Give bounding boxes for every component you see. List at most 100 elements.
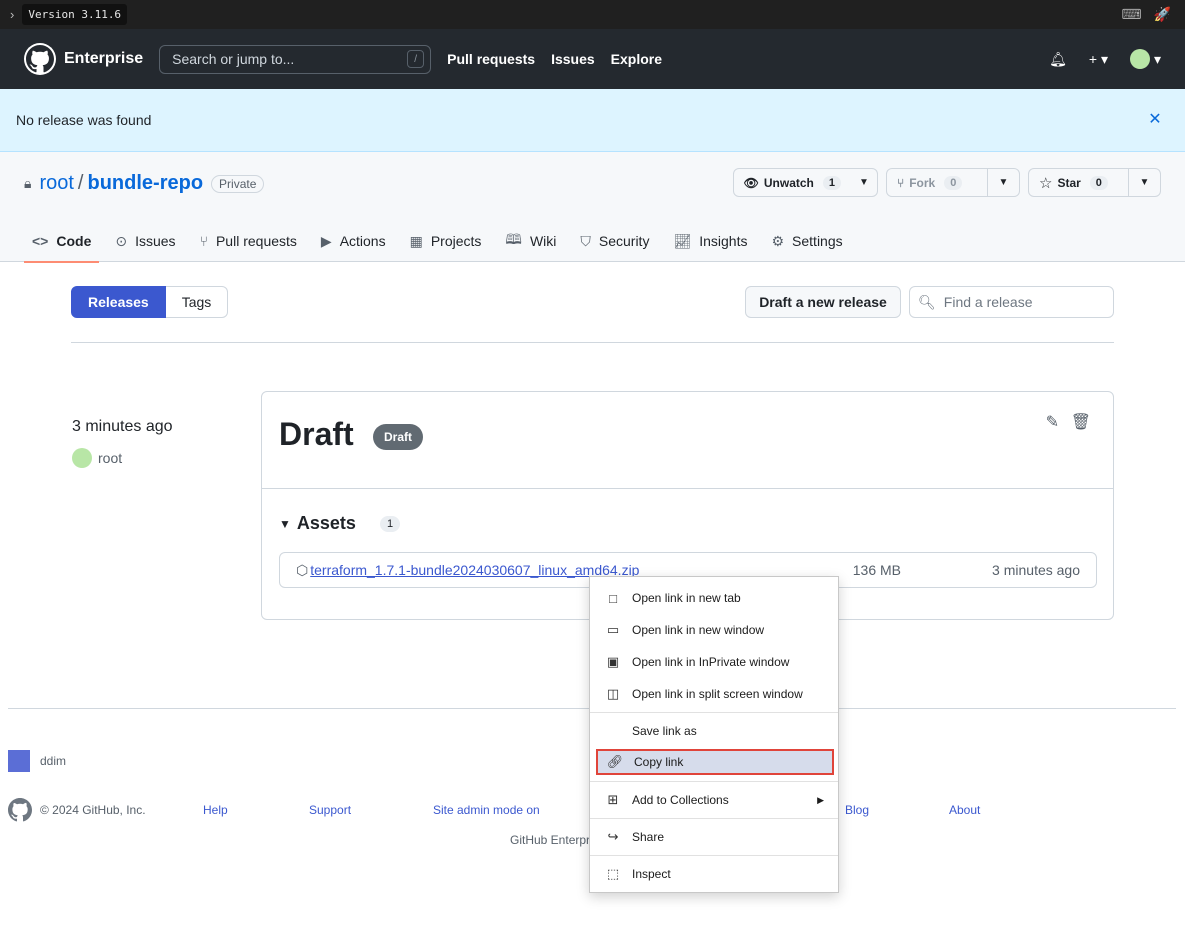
releases-tab[interactable]: Releases [71,286,166,318]
bell-icon[interactable]: 🔔︎ [1049,51,1067,68]
close-icon[interactable]: ✕ [1143,108,1167,132]
book-icon: 🕮︎ [505,231,522,247]
repo-separator: / [77,172,84,194]
draft-new-release-button[interactable]: Draft a new release [745,286,901,318]
visibility-badge: Private [211,174,265,193]
triangle-down-icon: ▼ [279,516,291,531]
brand-label[interactable]: Enterprise [64,50,143,68]
menu-open-new-window[interactable]: ▭ Open link in new window [596,617,834,643]
inspect-icon: ⬚ [606,866,620,881]
footer-link-about[interactable]: About [949,803,980,817]
menu-label: Copy link [634,755,684,769]
assets-summary[interactable]: ▼ Assets 1 [279,513,401,534]
nav-pull-requests[interactable]: Pull requests [447,51,535,67]
copyright: © 2024 GitHub, Inc. [40,803,146,817]
footer-link-blog[interactable]: Blog [845,803,869,817]
menu-label: Share [632,830,665,844]
menu-open-new-tab[interactable]: □ Open link in new tab [596,585,834,611]
lock-icon: 🔒︎ [24,175,32,191]
release-title[interactable]: Draft [279,416,354,453]
tab-label: Security [598,233,650,249]
footer-user: ddim [8,750,66,772]
window-icon: ▭ [606,622,620,637]
fork-dropdown-button[interactable]: ▼ [987,169,1019,196]
context-menu: □ Open link in new tab ▭ Open link in new … [589,576,839,893]
package-icon: ⬡ [296,561,309,578]
plus-dropdown-icon[interactable]: + ▾ [1089,51,1108,68]
unwatch-button[interactable]: 👁︎ Unwatch 1 [734,169,851,196]
tab-projects[interactable]: ▦ Projects [402,220,490,262]
search-input[interactable]: Search or jump to... / [159,44,432,74]
flash-message: No release was found [16,112,152,128]
flash-banner: No release was found ✕ [0,89,1185,152]
table-icon: ▦ [409,232,423,249]
chevron-right-icon[interactable]: › [10,7,14,22]
split-screen-icon: ◫ [606,686,620,701]
draft-badge: Draft [373,424,424,450]
menu-label: Open link in InPrivate window [632,655,790,669]
pencil-icon[interactable]: ✎ [1046,412,1059,432]
star-label: Star [1057,175,1081,190]
header-nav: Pull requests Issues Explore [447,51,662,67]
global-header: Enterprise Search or jump to... / Pull r… [0,29,1185,89]
release-author[interactable]: root [72,448,122,468]
version-label: Version 3.11.6 [22,4,128,25]
link-icon: 🔗︎ [606,754,624,769]
tab-pull-requests[interactable]: ⑂ Pull requests [192,220,305,262]
nav-explore[interactable]: Explore [611,51,662,67]
github-logo-icon[interactable] [24,43,56,75]
author-name[interactable]: root [98,450,122,466]
tab-insights[interactable]: 📈︎ Insights [665,220,755,262]
identicon-avatar [8,750,30,772]
watch-dropdown-button[interactable]: ▼ [851,169,877,196]
inprivate-window-icon: ▣ [606,654,620,669]
share-icon: ↪ [607,829,619,844]
eye-icon: 👁︎ [743,175,759,190]
menu-inspect[interactable]: ⬚ Inspect [596,861,834,887]
tab-issues[interactable]: ⊙ Issues [107,220,183,262]
tab-security[interactable]: ⛉ Security [572,220,657,262]
menu-open-split-screen[interactable]: ◫ Open link in split screen window [596,681,834,707]
chevron-right-icon: ▶ [817,794,824,805]
menu-add-to-collections[interactable]: ⊞ Add to Collections ▶ [596,787,834,813]
find-release-input[interactable]: 🔍︎ Find a release [909,286,1114,318]
fork-label: Fork [909,175,936,190]
divider [71,342,1114,343]
release-time: 3 minutes ago [72,418,173,435]
keyboard-icon[interactable]: ⌨ [1121,6,1141,23]
trash-icon[interactable]: 🗑︎ [1071,412,1091,432]
footer-username[interactable]: ddim [40,754,66,768]
tab-label: Wiki [529,233,557,249]
footer-link-site-admin[interactable]: Site admin mode on [433,803,540,817]
tab-actions[interactable]: ▶︎ Actions [313,220,394,262]
rocket-icon[interactable]: 🚀 [1154,6,1171,23]
tab-wiki[interactable]: 🕮︎ Wiki [497,220,564,262]
star-button-group: ☆ Star 0 ▼ [1028,168,1161,197]
menu-save-link-as[interactable]: Save link as [596,718,834,744]
tab-label: Pull requests [215,233,297,249]
tab-label: Issues [135,233,176,249]
footer-link-support[interactable]: Support [309,803,351,817]
menu-share[interactable]: ↪ Share [596,824,834,850]
star-dropdown-button[interactable]: ▼ [1128,169,1160,196]
fork-button[interactable]: ⑂ Fork 0 [887,169,987,196]
tab-label: Code [56,233,92,249]
user-avatar-dropdown[interactable]: ▾ [1129,49,1161,69]
nav-issues[interactable]: Issues [551,51,595,67]
fork-icon: ⑂ [897,175,905,190]
fork-count: 0 [944,175,963,190]
shield-icon: ⛉ [580,232,591,249]
footer-link-help[interactable]: Help [203,803,228,817]
repo-owner-link[interactable]: root [39,172,73,195]
menu-open-inprivate[interactable]: ▣ Open link in InPrivate window [596,649,834,675]
assets-label: Assets [296,513,356,533]
tab-code[interactable]: <> Code [24,220,100,263]
star-icon: ☆ [1039,174,1053,192]
menu-separator [590,781,838,782]
repo-name-link[interactable]: bundle-repo [87,172,203,195]
github-mark-icon [8,798,32,825]
star-button[interactable]: ☆ Star 0 [1029,169,1128,196]
tab-settings[interactable]: ⚙ Settings [763,220,850,262]
menu-copy-link[interactable]: 🔗︎ Copy link [596,749,834,775]
tags-tab[interactable]: Tags [165,286,229,318]
